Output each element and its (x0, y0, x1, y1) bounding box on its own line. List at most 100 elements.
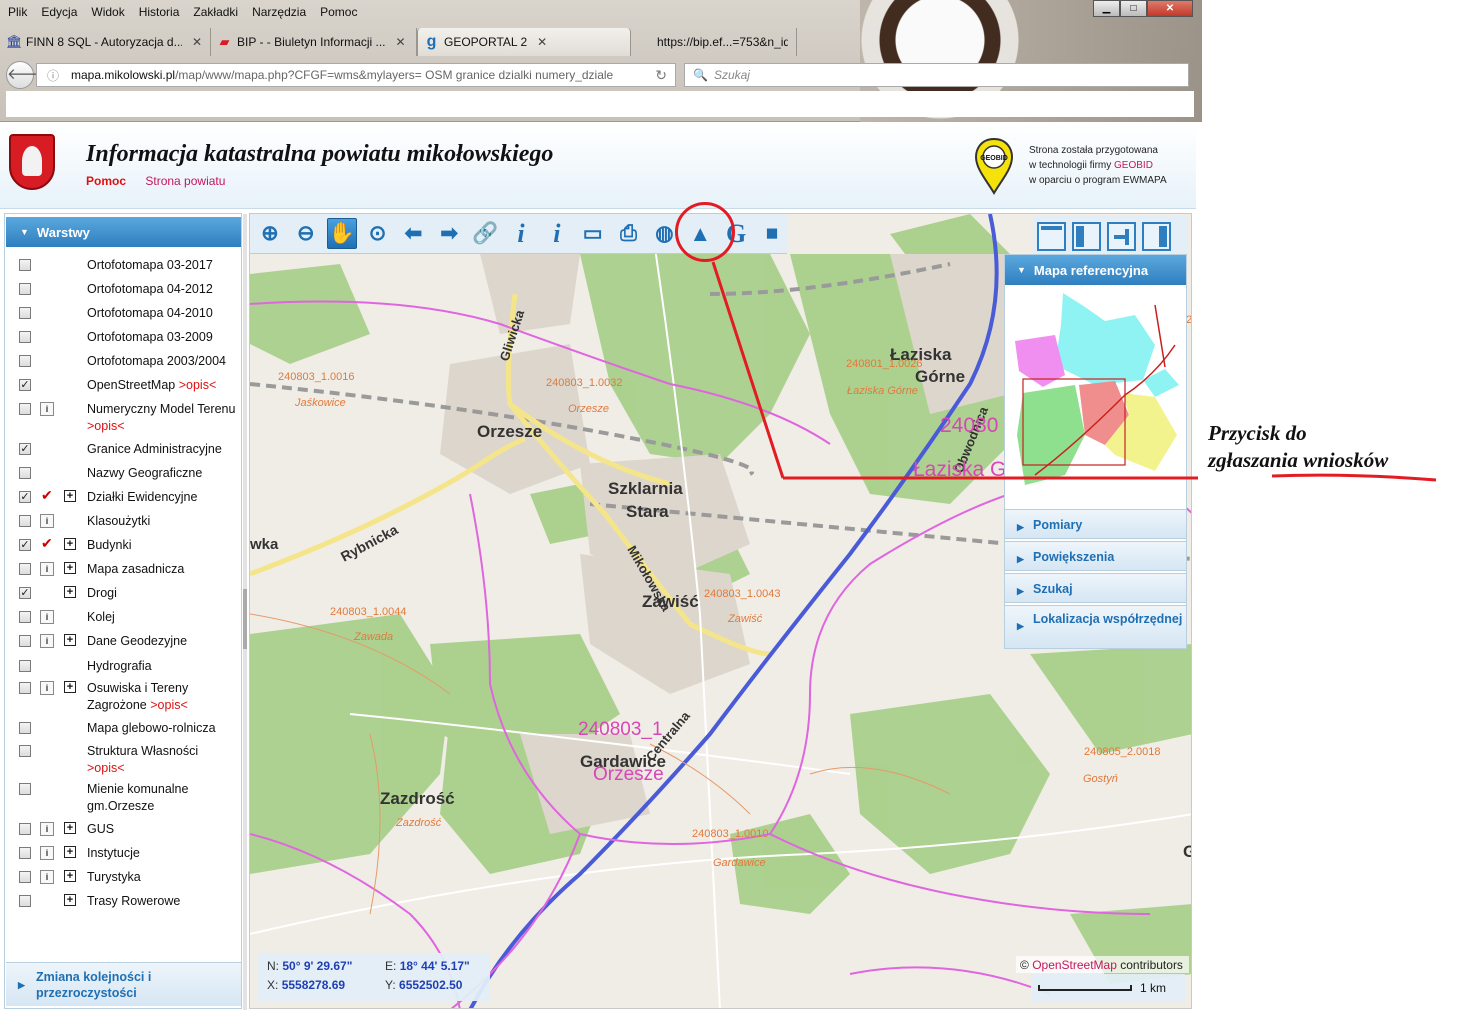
layer-checkbox[interactable]: ✓ (19, 539, 31, 551)
menu-item[interactable]: Narzędzia (252, 5, 306, 19)
layer-label[interactable]: Mapa glebowo-rolnicza (87, 720, 237, 737)
layer-expand-plus-icon[interactable]: + (64, 870, 76, 882)
video-camera-icon[interactable]: ■ (757, 218, 787, 249)
zoom-out-icon[interactable]: ⊖ (291, 218, 321, 249)
layer-label[interactable]: Granice Administracyjne (87, 441, 237, 458)
layer-info-icon[interactable]: i (40, 402, 54, 416)
map-viewport[interactable]: wka Rybnicka Mikołowska Gliwicka Central… (249, 213, 1192, 1009)
tab-close-icon[interactable]: ✕ (192, 35, 202, 49)
layer-label[interactable]: Struktura Własności >opis< (87, 743, 237, 777)
layer-description-link[interactable]: >opis< (87, 419, 125, 433)
layer-checkbox[interactable]: ✓ (19, 587, 31, 599)
layer-label[interactable]: Ortofotomapa 04-2012 (87, 281, 237, 298)
print-icon[interactable]: ⎙ (614, 218, 644, 249)
layer-description-link[interactable]: >opis< (87, 761, 125, 775)
credit-brand-link[interactable]: GEOBID (1114, 160, 1153, 171)
layer-label[interactable]: OpenStreetMap >opis< (87, 377, 237, 394)
layer-description-link[interactable]: >opis< (179, 378, 217, 392)
reload-icon[interactable]: ↻ (655, 67, 667, 84)
back-arrow-icon[interactable]: 🡐 (6, 61, 47, 89)
layer-checkbox[interactable] (19, 563, 31, 575)
layers-scrollbar[interactable] (243, 214, 247, 1010)
layer-info-icon[interactable]: i (40, 870, 54, 884)
layer-checkbox[interactable]: ✓ (19, 443, 31, 455)
layer-label[interactable]: Dane Geodezyjne (87, 633, 237, 650)
layer-expand-plus-icon[interactable]: + (64, 634, 76, 646)
layer-label[interactable]: Trasy Rowerowe (87, 893, 237, 910)
scrollbar-thumb[interactable] (243, 589, 247, 649)
layer-label[interactable]: Działki Ewidencyjne (87, 489, 237, 506)
previous-view-icon[interactable]: ⬅ (398, 218, 428, 249)
menu-item[interactable]: Plik (8, 5, 27, 19)
tab-close-icon[interactable]: ✕ (537, 35, 547, 49)
minimize-icon[interactable]: ▁ (1093, 0, 1120, 17)
menu-item[interactable]: Edycja (41, 5, 77, 19)
fullscreen-layout-icon[interactable] (1037, 221, 1066, 251)
measure-ruler-icon[interactable]: ▭ (578, 218, 608, 249)
layer-checkbox[interactable] (19, 660, 31, 672)
maximize-icon[interactable]: □ (1120, 0, 1147, 17)
layer-label[interactable]: GUS (87, 821, 237, 838)
layer-description-link[interactable]: >opis< (150, 698, 188, 712)
layer-checkbox[interactable] (19, 895, 31, 907)
help-link[interactable]: Pomoc (86, 174, 126, 188)
close-window-icon[interactable]: ✕ (1147, 0, 1193, 17)
layer-label[interactable]: Hydrografia (87, 658, 237, 675)
order-transparency-panel[interactable]: ▶ Zmiana kolejności i przezroczystości (6, 962, 241, 1006)
layer-checkbox[interactable]: ✓ (19, 379, 31, 391)
layer-info-icon[interactable]: i (40, 610, 54, 624)
layer-checkbox[interactable] (19, 307, 31, 319)
info-icon[interactable]: i (506, 218, 536, 249)
layer-checkbox[interactable] (19, 283, 31, 295)
layer-checkbox[interactable] (19, 722, 31, 734)
accordion-item[interactable]: ▶ Szukaj (1005, 573, 1186, 603)
layer-info-icon[interactable]: i (40, 822, 54, 836)
layer-label[interactable]: Mapa zasadnicza (87, 561, 237, 578)
layers-panel-header[interactable]: ▼ Warstwy (6, 217, 241, 247)
left-panel-toggle-icon[interactable] (1072, 221, 1101, 251)
layer-expand-plus-icon[interactable]: + (64, 846, 76, 858)
browser-tab[interactable]: g GEOPORTAL 2 ✕ (417, 28, 631, 56)
layer-label[interactable]: Nazwy Geograficzne (87, 465, 237, 482)
layer-edit-check-icon[interactable]: ✔ (41, 487, 53, 504)
layer-checkbox[interactable] (19, 871, 31, 883)
layer-checkbox[interactable] (19, 682, 31, 694)
layer-expand-plus-icon[interactable]: + (64, 586, 76, 598)
layer-checkbox[interactable] (19, 611, 31, 623)
layer-checkbox[interactable] (19, 515, 31, 527)
layer-label[interactable]: Mienie komunalne gm.Orzesze (87, 781, 237, 815)
url-bar[interactable]: ⓘ mapa.mikolowski.pl/map/www/mapa.php?CF… (36, 63, 676, 87)
menu-item[interactable]: Widok (91, 5, 124, 19)
osm-link[interactable]: OpenStreetMap (1032, 958, 1117, 972)
layer-checkbox[interactable] (19, 783, 31, 795)
browser-tab[interactable]: ▰ BIP - - Biuletyn Informacji ... ✕ (211, 28, 417, 56)
layer-checkbox[interactable] (19, 745, 31, 757)
layer-checkbox[interactable] (19, 635, 31, 647)
layer-label[interactable]: Drogi (87, 585, 237, 602)
info-query-icon[interactable]: i (542, 218, 572, 249)
layer-label[interactable]: Ortofotomapa 2003/2004 (87, 353, 237, 370)
link-icon[interactable]: 🔗 (470, 218, 500, 249)
layer-expand-plus-icon[interactable]: + (64, 822, 76, 834)
accordion-item[interactable]: ▶ Lokalizacja współrzędnej (1005, 605, 1186, 649)
layer-expand-plus-icon[interactable]: + (64, 490, 76, 502)
accordion-item[interactable]: ▶ Powiększenia (1005, 541, 1186, 571)
menu-item[interactable]: Zakładki (193, 5, 238, 19)
layer-checkbox[interactable] (19, 467, 31, 479)
layer-checkbox[interactable] (19, 259, 31, 271)
layer-checkbox[interactable] (19, 355, 31, 367)
layer-info-icon[interactable]: i (40, 681, 54, 695)
layer-expand-plus-icon[interactable]: + (64, 562, 76, 574)
browser-search-input[interactable]: 🔍 Szukaj (684, 63, 1189, 87)
layer-expand-plus-icon[interactable]: + (64, 681, 76, 693)
layer-checkbox[interactable] (19, 847, 31, 859)
right-panel-toggle-icon[interactable] (1142, 221, 1171, 251)
layer-info-icon[interactable]: i (40, 514, 54, 528)
district-page-link[interactable]: Strona powiatu (145, 174, 225, 188)
menu-item[interactable]: Pomoc (320, 5, 357, 19)
layer-info-icon[interactable]: i (40, 562, 54, 576)
layer-label[interactable]: Numeryczny Model Terenu >opis< (87, 401, 237, 435)
zoom-window-icon[interactable]: ⊙ (363, 218, 393, 249)
layer-label[interactable]: Budynki (87, 537, 237, 554)
layer-checkbox[interactable]: ✓ (19, 491, 31, 503)
